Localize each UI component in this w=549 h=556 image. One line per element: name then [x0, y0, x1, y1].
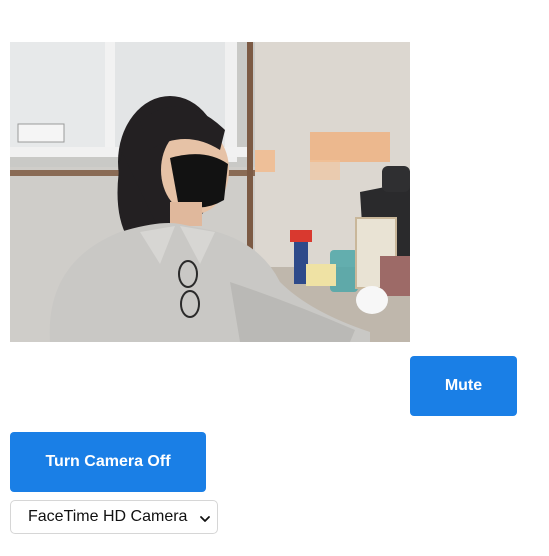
camera-video-preview — [10, 42, 410, 342]
camera-select[interactable]: FaceTime HD Camera — [10, 500, 218, 534]
chevron-down-icon — [199, 512, 211, 530]
camera-select-value: FaceTime HD Camera — [28, 508, 188, 525]
mute-button[interactable]: Mute — [410, 356, 517, 416]
turn-camera-off-button[interactable]: Turn Camera Off — [10, 432, 206, 492]
video-call-page: Mute Turn Camera Off FaceTime HD Camera — [0, 0, 549, 556]
